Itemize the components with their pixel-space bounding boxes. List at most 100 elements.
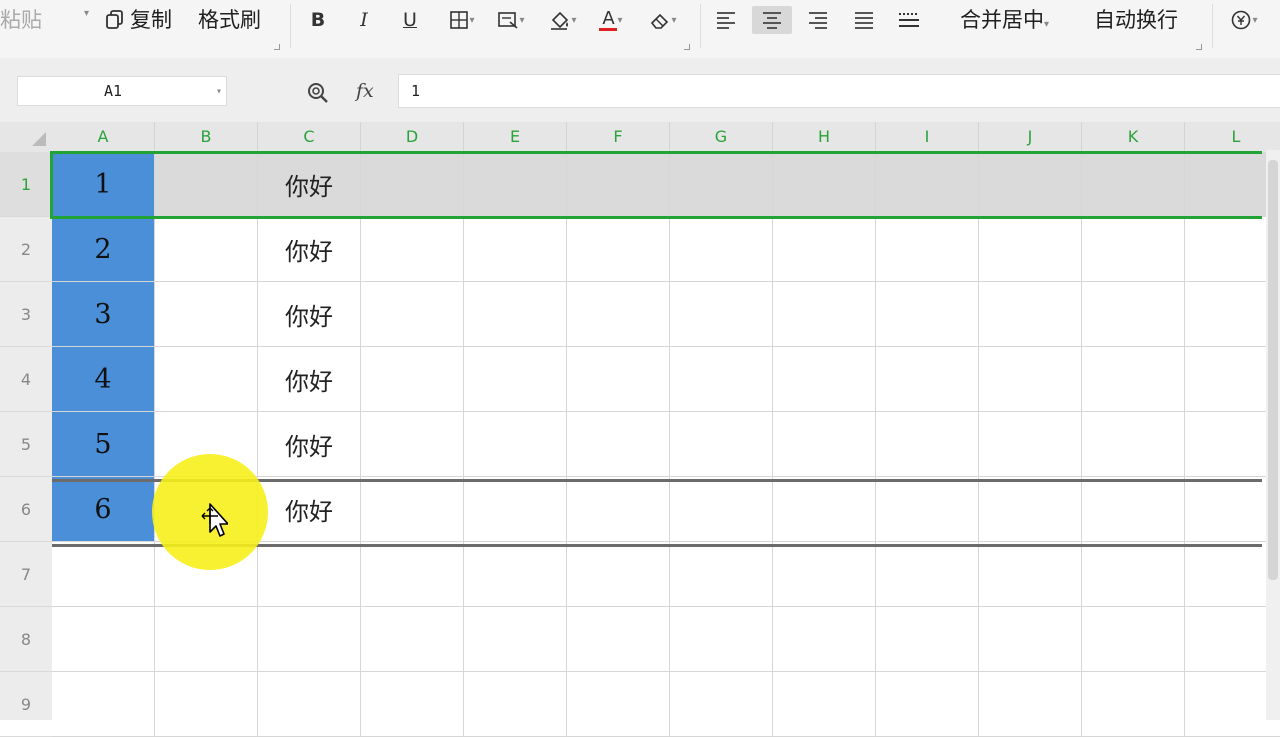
- cell-d5[interactable]: [361, 412, 464, 477]
- cell-h4[interactable]: [773, 347, 876, 412]
- cell-f5[interactable]: [567, 412, 670, 477]
- cell-f9[interactable]: [567, 672, 670, 737]
- cell-e2[interactable]: [464, 217, 567, 282]
- row-header-3[interactable]: 3: [0, 282, 52, 347]
- cell-j4[interactable]: [979, 347, 1082, 412]
- cell-j1[interactable]: [979, 152, 1082, 217]
- name-box[interactable]: A1 ▾: [17, 76, 227, 106]
- cell-e3[interactable]: [464, 282, 567, 347]
- cell-d2[interactable]: [361, 217, 464, 282]
- zoom-icon[interactable]: [306, 81, 330, 105]
- copy-button[interactable]: 复制: [104, 4, 172, 34]
- cell-c1[interactable]: 你好: [258, 152, 361, 217]
- clipboard-group-launcher[interactable]: [274, 44, 280, 50]
- cell-a3[interactable]: 3: [52, 282, 155, 347]
- cell-g6[interactable]: [670, 477, 773, 542]
- cell-j9[interactable]: [979, 672, 1082, 737]
- row-header-8[interactable]: 8: [0, 607, 52, 672]
- cell-h1[interactable]: [773, 152, 876, 217]
- cell-d4[interactable]: [361, 347, 464, 412]
- cell-g9[interactable]: [670, 672, 773, 737]
- cell-j2[interactable]: [979, 217, 1082, 282]
- cell-e8[interactable]: [464, 607, 567, 672]
- column-header-k[interactable]: K: [1082, 122, 1185, 152]
- column-header-f[interactable]: F: [567, 122, 670, 152]
- cell-i5[interactable]: [876, 412, 979, 477]
- cell-f3[interactable]: [567, 282, 670, 347]
- number-format-button[interactable]: ▾: [1224, 6, 1264, 34]
- font-color-button[interactable]: A ▾: [592, 6, 630, 34]
- cell-k9[interactable]: [1082, 672, 1185, 737]
- row-header-7[interactable]: 7: [0, 542, 52, 607]
- cell-g4[interactable]: [670, 347, 773, 412]
- cell-k8[interactable]: [1082, 607, 1185, 672]
- cell-k5[interactable]: [1082, 412, 1185, 477]
- row-header-4[interactable]: 4: [0, 347, 52, 412]
- cell-d8[interactable]: [361, 607, 464, 672]
- cell-h5[interactable]: [773, 412, 876, 477]
- cell-c4[interactable]: 你好: [258, 347, 361, 412]
- column-header-c[interactable]: C: [258, 122, 361, 152]
- fill-color-button[interactable]: ▾: [542, 6, 584, 34]
- italic-button[interactable]: I: [350, 6, 378, 34]
- cell-c9[interactable]: [258, 672, 361, 737]
- cell-g3[interactable]: [670, 282, 773, 347]
- fx-button[interactable]: fx: [356, 80, 374, 102]
- cell-b4[interactable]: [155, 347, 258, 412]
- cell-h8[interactable]: [773, 607, 876, 672]
- cell-d9[interactable]: [361, 672, 464, 737]
- cell-i8[interactable]: [876, 607, 979, 672]
- cell-e4[interactable]: [464, 347, 567, 412]
- cell-style-button[interactable]: ▾: [490, 6, 532, 34]
- cell-h7[interactable]: [773, 542, 876, 607]
- row-header-6[interactable]: 6: [0, 477, 52, 542]
- cell-b9[interactable]: [155, 672, 258, 737]
- cell-a5[interactable]: 5: [52, 412, 155, 477]
- underline-button[interactable]: U: [396, 6, 424, 34]
- wrap-text-button[interactable]: 自动换行: [1094, 4, 1178, 34]
- cell-i1[interactable]: [876, 152, 979, 217]
- cell-a2[interactable]: 2: [52, 217, 155, 282]
- cell-j3[interactable]: [979, 282, 1082, 347]
- cell-i6[interactable]: [876, 477, 979, 542]
- cell-j6[interactable]: [979, 477, 1082, 542]
- cell-f1[interactable]: [567, 152, 670, 217]
- cell-i4[interactable]: [876, 347, 979, 412]
- justify-button[interactable]: [850, 6, 878, 34]
- row-header-1[interactable]: 1: [0, 152, 52, 217]
- column-header-h[interactable]: H: [773, 122, 876, 152]
- column-header-e[interactable]: E: [464, 122, 567, 152]
- cell-a9[interactable]: [52, 672, 155, 737]
- cell-g5[interactable]: [670, 412, 773, 477]
- formula-input[interactable]: 1: [398, 74, 1280, 108]
- cell-k3[interactable]: [1082, 282, 1185, 347]
- cell-a6[interactable]: 6: [52, 477, 155, 542]
- cell-h3[interactable]: [773, 282, 876, 347]
- cell-c8[interactable]: [258, 607, 361, 672]
- borders-button[interactable]: ▾: [442, 6, 482, 34]
- merge-center-button[interactable]: 合并居中▾: [960, 4, 1049, 34]
- cell-f7[interactable]: [567, 542, 670, 607]
- align-center-button[interactable]: [752, 6, 792, 34]
- column-header-i[interactable]: I: [876, 122, 979, 152]
- cell-i3[interactable]: [876, 282, 979, 347]
- cell-c5[interactable]: 你好: [258, 412, 361, 477]
- cell-f8[interactable]: [567, 607, 670, 672]
- align-right-button[interactable]: [804, 6, 832, 34]
- cell-a4[interactable]: 4: [52, 347, 155, 412]
- bold-button[interactable]: B: [304, 6, 332, 34]
- column-header-g[interactable]: G: [670, 122, 773, 152]
- select-all-button[interactable]: [0, 122, 52, 152]
- cell-c6[interactable]: 你好: [258, 477, 361, 542]
- column-header-a[interactable]: A: [52, 122, 155, 152]
- cell-h9[interactable]: [773, 672, 876, 737]
- cell-i7[interactable]: [876, 542, 979, 607]
- clear-format-button[interactable]: ▾: [642, 6, 684, 34]
- scrollbar-thumb[interactable]: [1268, 160, 1278, 580]
- font-group-launcher[interactable]: [684, 44, 690, 50]
- cell-j8[interactable]: [979, 607, 1082, 672]
- paste-dropdown-icon[interactable]: ▾: [84, 8, 89, 19]
- cell-b2[interactable]: [155, 217, 258, 282]
- cell-k6[interactable]: [1082, 477, 1185, 542]
- cell-i9[interactable]: [876, 672, 979, 737]
